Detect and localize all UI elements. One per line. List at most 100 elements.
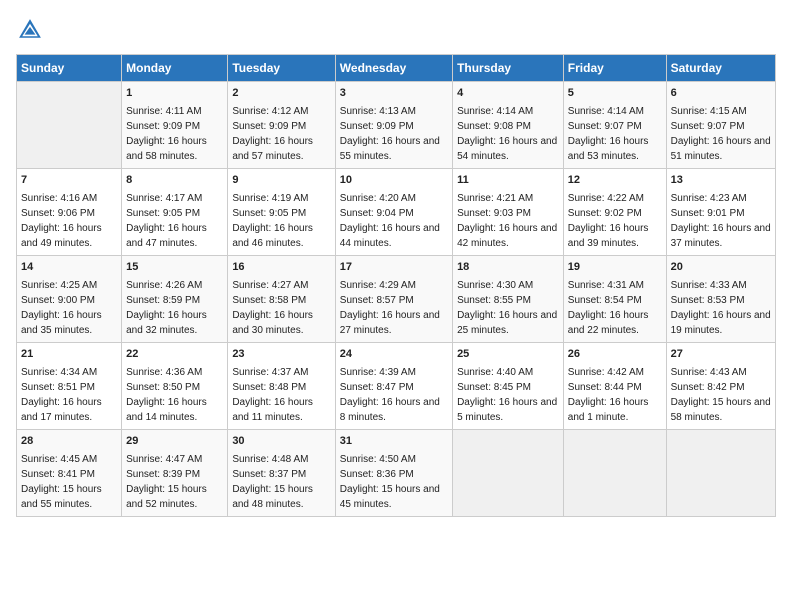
calendar-cell: 19 Sunrise: 4:31 AMSunset: 8:54 PMDayligh… [563, 255, 666, 342]
calendar-cell: 10 Sunrise: 4:20 AMSunset: 9:04 PMDayligh… [335, 168, 452, 255]
day-number: 2 [232, 86, 330, 102]
daylight-text: Daylight: 16 hours and 19 minutes. [671, 310, 771, 336]
daylight-text: Daylight: 16 hours and 35 minutes. [21, 310, 102, 336]
sunrise-text: Sunrise: 4:13 AM [340, 106, 416, 117]
sunrise-text: Sunrise: 4:19 AM [232, 193, 308, 204]
calendar-cell: 22Sunrise: 4:36 AMSunset: 8:50 PMDayligh… [122, 342, 228, 429]
header-day-tuesday: Tuesday [228, 55, 335, 82]
daylight-text: Daylight: 15 hours and 45 minutes. [340, 484, 440, 510]
week-row-1: 1Sunrise: 4:11 AMSunset: 9:09 PMDaylight… [17, 82, 776, 169]
calendar-cell: 17 Sunrise: 4:29 AM Sunset: 8:57 PM Dayligh… [335, 255, 452, 342]
calendar-cell: 14Sunrise: 4:25 AMSunset: 9:00 PMDayligh… [17, 255, 122, 342]
sunset-text: Sunset: 8:45 PM [457, 382, 531, 393]
sunset-text: Sunset: 9:05 PM [126, 208, 200, 219]
calendar-cell: 23 Sunrise: 4:37 AMSunset: 8:48 PMDayligh… [228, 342, 335, 429]
calendar-cell: 30Sunrise: 4:48 AMSunset: 8:37 PMDayligh… [228, 429, 335, 516]
sunrise-text: Sunrise: 4:17 AM [126, 193, 202, 204]
calendar-cell: 15Sunrise: 4:26 AMSunset: 8:59 PMDayligh… [122, 255, 228, 342]
sunrise-text: Sunrise: 4:42 AM [568, 367, 644, 378]
cell-info: Sunrise: 4:37 AMSunset: 8:48 PMDaylight:… [232, 365, 330, 425]
sunset-text: Sunset: 9:02 PM [568, 208, 642, 219]
sunset-text: Sunset: 8:47 PM [340, 382, 414, 393]
sunrise-text: Sunrise: 4:16 AM [21, 193, 97, 204]
sunrise-text: Sunrise: 4:29 AM [340, 280, 416, 291]
sunset-text: Sunset: 8:37 PM [232, 469, 306, 480]
week-row-2: 7Sunrise: 4:16 AMSunset: 9:06 PMDaylight… [17, 168, 776, 255]
daylight-text: Daylight: 16 hours and 54 minutes. [457, 136, 557, 162]
calendar-cell: 18Sunrise: 4:30 AMSunset: 8:55 PMDayligh… [453, 255, 564, 342]
calendar-cell: 24Sunrise: 4:39 AMSunset: 8:47 PMDayligh… [335, 342, 452, 429]
daylight-text: Daylight: 16 hours and 46 minutes. [232, 223, 313, 249]
calendar-cell [17, 82, 122, 169]
day-number: 24 [340, 347, 448, 363]
day-number: 4 [457, 86, 559, 102]
sunset-text: Sunset: 8:55 PM [457, 295, 531, 306]
day-number: 27 [671, 347, 771, 363]
cell-info: Sunrise: 4:21 AMSunset: 9:03 PMDaylight:… [457, 191, 559, 251]
sunset-text: Sunset: 9:00 PM [21, 295, 95, 306]
cell-info: Sunrise: 4:20 AMSunset: 9:04 PMDaylight:… [340, 191, 448, 251]
cell-info: Sunrise: 4:23 AMSunset: 9:01 PMDaylight:… [671, 191, 771, 251]
day-number: 13 [671, 173, 771, 189]
day-number: 19 [568, 260, 662, 276]
daylight-text: Daylight: 15 hours and 52 minutes. [126, 484, 207, 510]
sunset-text: Sunset: 9:01 PM [671, 208, 745, 219]
day-number: 10 [340, 173, 448, 189]
calendar-cell: 29Sunrise: 4:47 AMSunset: 8:39 PMDayligh… [122, 429, 228, 516]
sunset-text: Sunset: 8:59 PM [126, 295, 200, 306]
sunrise-text: Sunrise: 4:34 AM [21, 367, 97, 378]
day-number: 17 [340, 260, 448, 276]
sunrise-text: Sunrise: 4:15 AM [671, 106, 747, 117]
cell-info: Sunrise: 4:15 AMSunset: 9:07 PMDaylight:… [671, 104, 771, 164]
cell-info: Sunrise: 4:13 AMSunset: 9:09 PMDaylight:… [340, 104, 448, 164]
sunset-text: Sunset: 9:06 PM [21, 208, 95, 219]
header-row: SundayMondayTuesdayWednesdayThursdayFrid… [17, 55, 776, 82]
sunset-text: Sunset: 8:54 PM [568, 295, 642, 306]
sunset-text: Sunset: 8:39 PM [126, 469, 200, 480]
cell-info: Sunrise: 4:30 AMSunset: 8:55 PMDaylight:… [457, 278, 559, 338]
day-number: 8 [126, 173, 223, 189]
cell-info: Sunrise: 4:50 AMSunset: 8:36 PMDaylight:… [340, 452, 448, 512]
cell-info: Sunrise: 4:22 AMSunset: 9:02 PMDaylight:… [568, 191, 662, 251]
cell-info: Sunrise: 4:14 AMSunset: 9:07 PMDaylight:… [568, 104, 662, 164]
logo-icon [16, 16, 44, 44]
sunset-text: Sunset: 8:57 PM [340, 295, 414, 306]
sunset-text: Sunset: 8:53 PM [671, 295, 745, 306]
daylight-text: Daylight: 16 hours and 58 minutes. [126, 136, 207, 162]
cell-info: Sunrise: 4:26 AMSunset: 8:59 PMDaylight:… [126, 278, 223, 338]
sunset-text: Sunset: 9:09 PM [126, 121, 200, 132]
cell-info: Sunrise: 4:12 AMSunset: 9:09 PMDaylight:… [232, 104, 330, 164]
daylight-text: Daylight: 16 hours and 27 minutes. [340, 310, 440, 336]
sunset-text: Sunset: 8:51 PM [21, 382, 95, 393]
sunrise-text: Sunrise: 4:36 AM [126, 367, 202, 378]
calendar-cell: 5Sunrise: 4:14 AMSunset: 9:07 PMDaylight… [563, 82, 666, 169]
cell-info: Sunrise: 4:34 AMSunset: 8:51 PMDaylight:… [21, 365, 117, 425]
calendar-cell: 9Sunrise: 4:19 AMSunset: 9:05 PMDaylight… [228, 168, 335, 255]
sunrise-text: Sunrise: 4:43 AM [671, 367, 747, 378]
daylight-text: Daylight: 16 hours and 8 minutes. [340, 397, 440, 423]
day-number: 23 [232, 347, 330, 363]
day-number: 20 [671, 260, 771, 276]
cell-info: Sunrise: 4:45 AMSunset: 8:41 PMDaylight:… [21, 452, 117, 512]
day-number: 16 [232, 260, 330, 276]
sunrise-text: Sunrise: 4:14 AM [568, 106, 644, 117]
calendar-cell: 1Sunrise: 4:11 AMSunset: 9:09 PMDaylight… [122, 82, 228, 169]
calendar-cell: 27Sunrise: 4:43 AMSunset: 8:42 PMDayligh… [666, 342, 775, 429]
daylight-text: Daylight: 16 hours and 37 minutes. [671, 223, 771, 249]
sunrise-text: Sunrise: 4:20 AM [340, 193, 416, 204]
sunrise-text: Sunrise: 4:21 AM [457, 193, 533, 204]
day-number: 30 [232, 434, 330, 450]
calendar-cell: 6Sunrise: 4:15 AMSunset: 9:07 PMDaylight… [666, 82, 775, 169]
sunrise-text: Sunrise: 4:48 AM [232, 454, 308, 465]
sunset-text: Sunset: 8:58 PM [232, 295, 306, 306]
day-number: 28 [21, 434, 117, 450]
calendar-cell: 11 Sunrise: 4:21 AMSunset: 9:03 PMDayligh… [453, 168, 564, 255]
cell-info: Sunrise: 4:31 AMSunset: 8:54 PMDaylight:… [568, 278, 662, 338]
header-day-saturday: Saturday [666, 55, 775, 82]
daylight-text: Daylight: 16 hours and 30 minutes. [232, 310, 313, 336]
daylight-text: Daylight: 16 hours and 11 minutes. [232, 397, 313, 423]
day-number: 11 [457, 173, 559, 189]
calendar-cell: 13 Sunrise: 4:23 AMSunset: 9:01 PMDayligh… [666, 168, 775, 255]
day-number: 22 [126, 347, 223, 363]
sunrise-text: Sunrise: 4:37 AM [232, 367, 308, 378]
